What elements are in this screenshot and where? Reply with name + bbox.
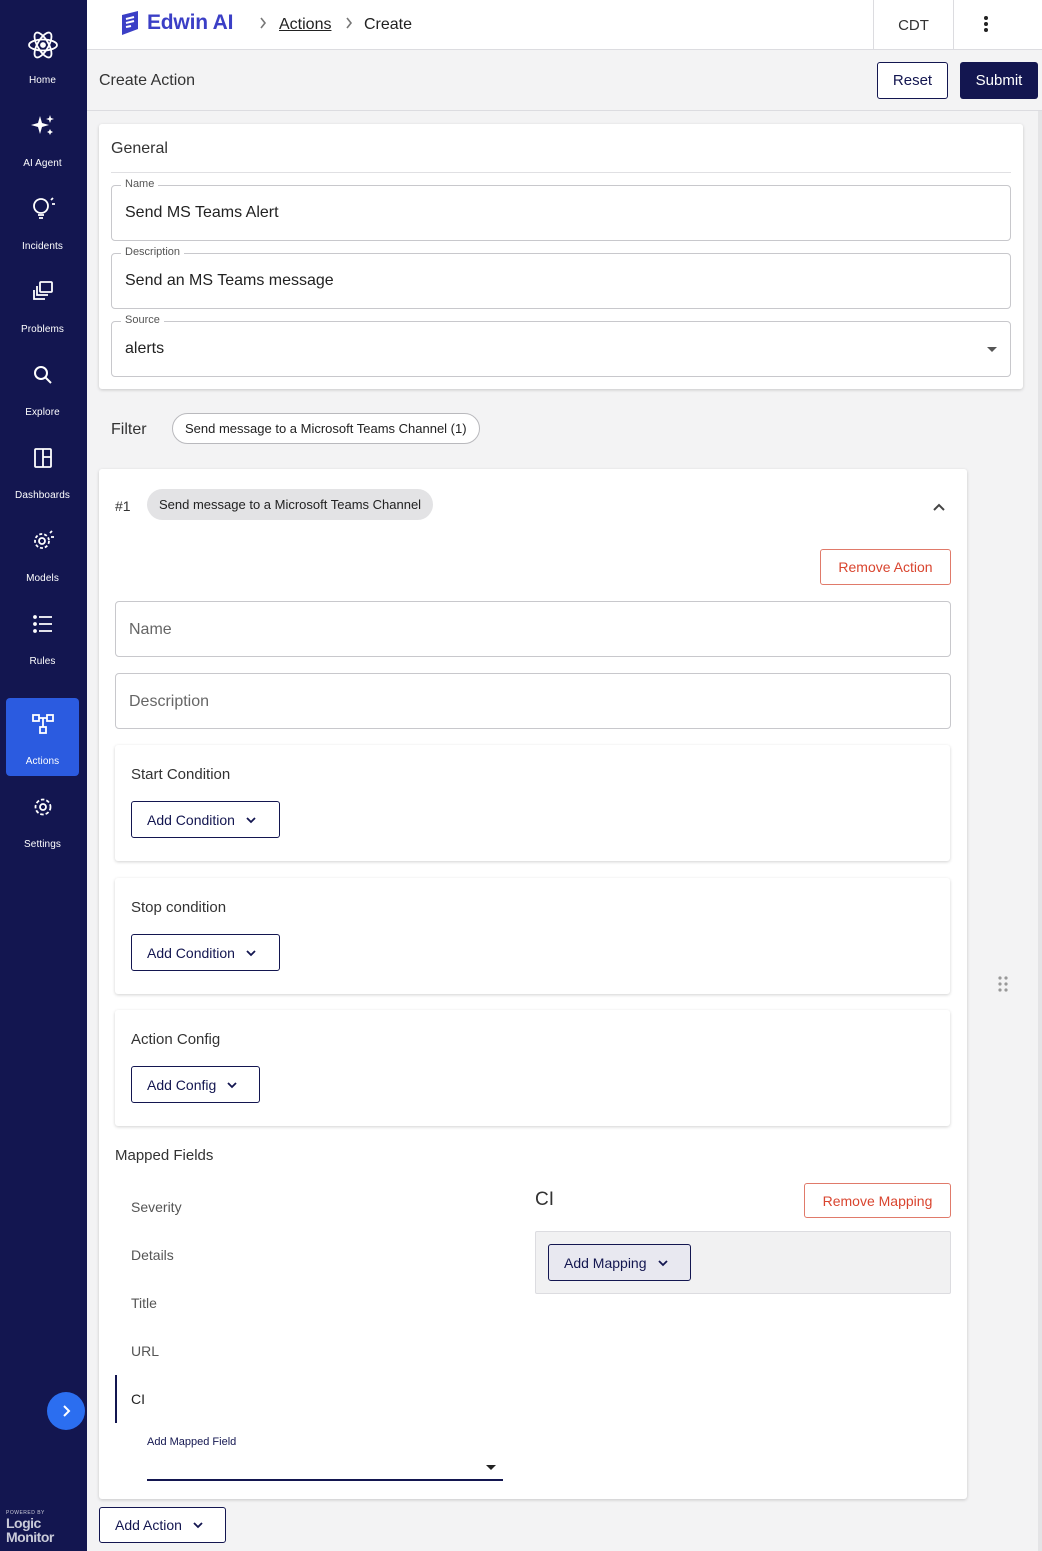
sidebar-item-label: Settings bbox=[24, 839, 61, 850]
sidebar: Home AI Agent Incidents Problems Explore bbox=[0, 0, 87, 1551]
mapped-field-severity[interactable]: Severity bbox=[131, 1199, 182, 1215]
add-mapped-field-label: Add Mapped Field bbox=[147, 1436, 237, 1448]
submit-button[interactable]: Submit bbox=[960, 62, 1038, 99]
add-mapped-field-select[interactable] bbox=[147, 1453, 503, 1481]
filter-label: Filter bbox=[111, 421, 147, 438]
source-select[interactable]: Source alerts bbox=[111, 314, 1011, 377]
stack-icon bbox=[32, 281, 53, 300]
start-condition-card: Start Condition Add Condition bbox=[115, 745, 950, 861]
sidebar-item-ai-agent[interactable]: AI Agent bbox=[6, 100, 79, 178]
remove-mapping-button[interactable]: Remove Mapping bbox=[804, 1183, 951, 1218]
more-options-icon[interactable] bbox=[983, 14, 989, 39]
drag-handle-icon[interactable] bbox=[997, 975, 1009, 998]
sidebar-item-home[interactable]: Home bbox=[6, 17, 79, 95]
reset-button[interactable]: Reset bbox=[877, 62, 948, 99]
edwin-logo[interactable]: Edwin AI bbox=[118, 9, 233, 37]
mapped-fields-title: Mapped Fields bbox=[115, 1147, 214, 1164]
breadcrumb-separator bbox=[345, 16, 353, 32]
scrollbar[interactable] bbox=[1038, 111, 1042, 1551]
chevron-down-icon bbox=[657, 1259, 668, 1266]
sidebar-item-problems[interactable]: Problems bbox=[6, 266, 79, 344]
sidebar-item-rules[interactable]: Rules bbox=[6, 598, 79, 676]
add-config-button[interactable]: Add Config bbox=[131, 1066, 260, 1103]
sidebar-item-label: Models bbox=[26, 573, 59, 584]
chevron-down-icon bbox=[193, 1522, 203, 1529]
sidebar-item-dashboards[interactable]: Dashboards bbox=[6, 432, 79, 510]
mapped-field-ci[interactable]: CI bbox=[131, 1391, 145, 1407]
search-icon bbox=[33, 366, 52, 384]
expand-sidebar-button[interactable] bbox=[47, 1392, 85, 1430]
page-header: Create Action Reset Submit bbox=[87, 50, 1042, 111]
remove-action-button[interactable]: Remove Action bbox=[820, 549, 951, 585]
collapse-chevron-up-icon[interactable] bbox=[932, 499, 946, 517]
sidebar-item-incidents[interactable]: Incidents bbox=[6, 183, 79, 261]
mapping-detail-title: CI bbox=[535, 1189, 554, 1210]
chevron-right-icon bbox=[63, 1405, 71, 1417]
sidebar-item-label: Incidents bbox=[22, 241, 63, 252]
description-field[interactable]: Description Send an MS Teams message bbox=[111, 246, 1011, 309]
sidebar-item-label: Rules bbox=[29, 656, 56, 667]
start-condition-title: Start Condition bbox=[131, 766, 231, 783]
stop-condition-title: Stop condition bbox=[131, 899, 227, 916]
sidebar-item-settings[interactable]: Settings bbox=[6, 781, 79, 859]
filter-chip[interactable]: Send message to a Microsoft Teams Channe… bbox=[172, 413, 480, 444]
general-card: General Name Send MS Teams Alert Descrip… bbox=[99, 124, 1023, 389]
atom-icon bbox=[27, 31, 58, 59]
settings-icon bbox=[34, 798, 51, 816]
mapped-field-title[interactable]: Title bbox=[131, 1295, 157, 1311]
mapped-field-details[interactable]: Details bbox=[131, 1247, 174, 1263]
action-card: #1 Send message to a Microsoft Teams Cha… bbox=[99, 469, 967, 1499]
layout-icon bbox=[33, 448, 52, 468]
mapped-field-url[interactable]: URL bbox=[131, 1343, 159, 1359]
timezone-selector[interactable]: CDT bbox=[873, 0, 954, 50]
add-action-button[interactable]: Add Action bbox=[99, 1507, 226, 1543]
sidebar-item-explore[interactable]: Explore bbox=[6, 349, 79, 427]
sidebar-item-label: Explore bbox=[25, 407, 60, 418]
action-description-input[interactable]: Description bbox=[115, 673, 951, 729]
list-icon bbox=[32, 615, 52, 633]
flow-icon bbox=[31, 714, 54, 734]
action-config-title: Action Config bbox=[131, 1031, 221, 1048]
edwin-logo-icon bbox=[122, 11, 138, 35]
sparkles-icon bbox=[30, 115, 54, 135]
lightbulb-icon bbox=[32, 197, 55, 219]
dropdown-arrow-icon bbox=[486, 1465, 496, 1470]
sidebar-item-actions[interactable]: Actions bbox=[6, 698, 79, 776]
add-start-condition-button[interactable]: Add Condition bbox=[131, 801, 280, 838]
gear-cog-icon bbox=[33, 530, 54, 549]
page-title: Create Action bbox=[99, 72, 196, 89]
mapping-panel: Add Mapping bbox=[535, 1231, 951, 1294]
sidebar-item-label: Actions bbox=[25, 756, 60, 767]
breadcrumb-separator bbox=[259, 16, 267, 32]
general-title: General bbox=[111, 140, 168, 157]
selected-indicator bbox=[115, 1375, 117, 1423]
sidebar-item-models[interactable]: Models bbox=[6, 515, 79, 593]
sidebar-item-label: Problems bbox=[20, 324, 65, 335]
stop-condition-card: Stop condition Add Condition bbox=[115, 878, 950, 994]
chevron-down-icon bbox=[227, 1081, 237, 1088]
add-stop-condition-button[interactable]: Add Condition bbox=[131, 934, 280, 971]
action-index: #1 bbox=[115, 498, 131, 514]
chevron-down-icon bbox=[246, 949, 256, 956]
sidebar-item-label: Dashboards bbox=[15, 490, 70, 501]
action-type-chip: Send message to a Microsoft Teams Channe… bbox=[147, 489, 434, 520]
sidebar-item-label: Home bbox=[28, 75, 57, 86]
dropdown-arrow-icon bbox=[987, 347, 997, 352]
action-config-card: Action Config Add Config bbox=[115, 1010, 950, 1126]
breadcrumb-actions-link[interactable]: Actions bbox=[279, 16, 331, 34]
divider bbox=[111, 172, 1011, 173]
sidebar-item-label: AI Agent bbox=[23, 158, 62, 169]
action-name-input[interactable]: Name bbox=[115, 601, 951, 657]
name-field[interactable]: Name Send MS Teams Alert bbox=[111, 178, 1011, 241]
breadcrumb-current: Create bbox=[364, 16, 413, 33]
logicmonitor-logo: POWERED BY Logic Monitor bbox=[6, 1510, 54, 1545]
chevron-down-icon bbox=[246, 816, 256, 823]
top-bar: Edwin AI Actions Create CDT bbox=[87, 0, 1042, 50]
add-mapping-button[interactable]: Add Mapping bbox=[548, 1244, 691, 1281]
